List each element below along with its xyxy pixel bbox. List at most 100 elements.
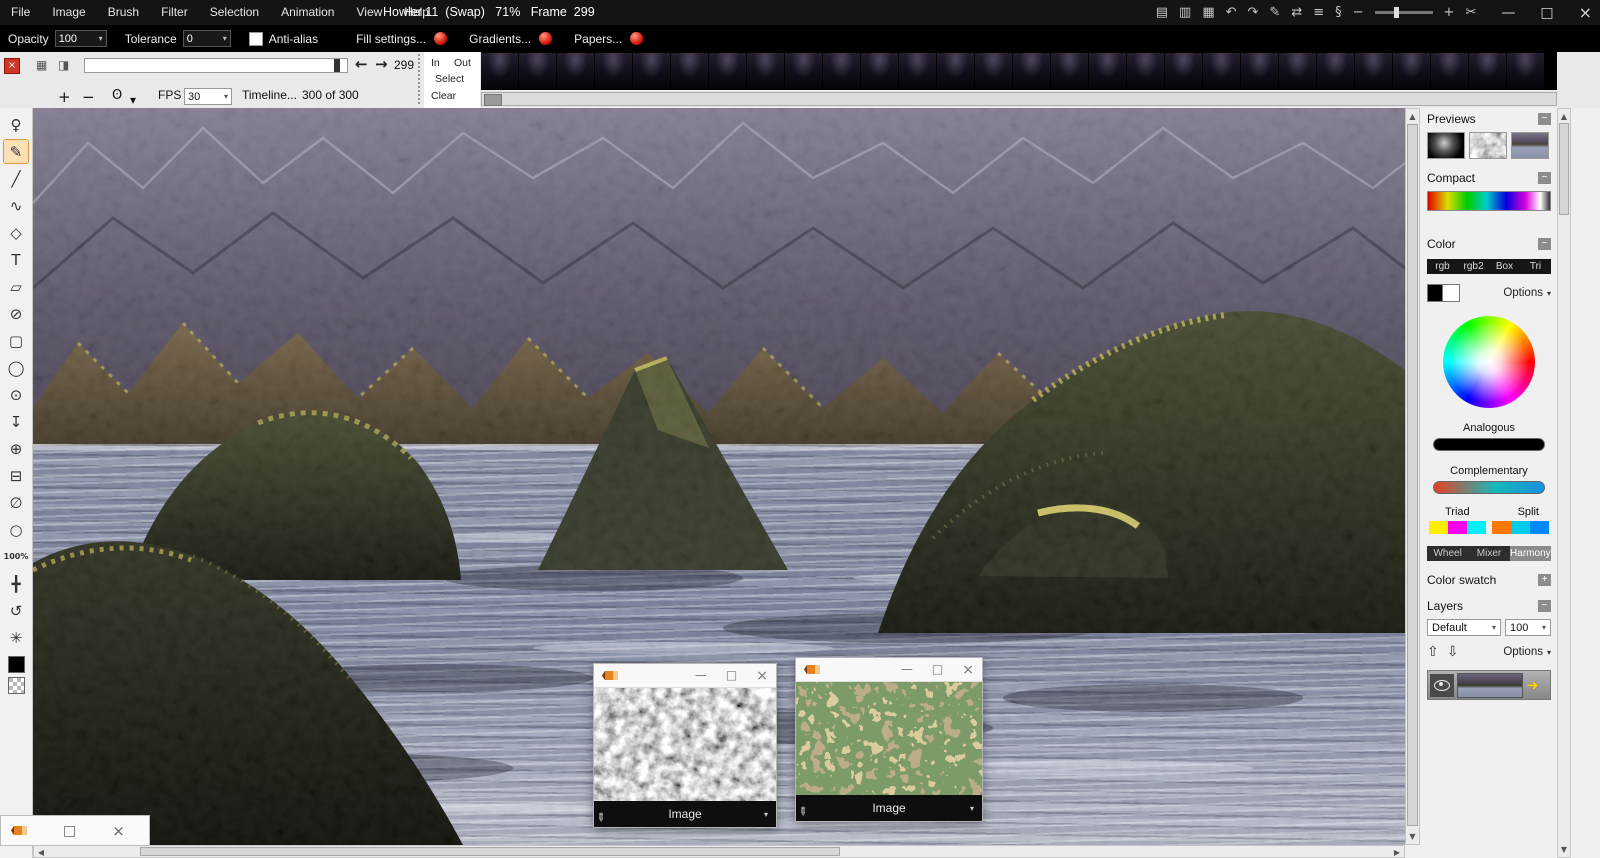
texture-window-1[interactable]: — □ × ✎ Image ▾ <box>593 663 777 828</box>
color-view-tab-harmony[interactable]: Harmony <box>1510 546 1551 561</box>
filmstrip-frame-1[interactable] <box>481 53 518 89</box>
paper-preview-thumbnail[interactable] <box>1469 132 1507 159</box>
list-icon[interactable]: ≡ <box>1313 5 1324 20</box>
complementary-bar[interactable] <box>1433 481 1545 494</box>
papers-status-icon[interactable] <box>630 32 643 45</box>
color-view-tab-mixer[interactable]: Mixer <box>1468 546 1509 561</box>
layer-row[interactable]: ➜ <box>1427 670 1551 700</box>
layers-collapse-button[interactable]: − <box>1538 600 1551 612</box>
out-button[interactable]: Out <box>454 57 471 69</box>
canvas-horizontal-scrollbar[interactable]: ◀ ▶ <box>33 845 1405 858</box>
menu-image[interactable]: Image <box>41 0 96 25</box>
close-button[interactable]: × <box>962 662 974 678</box>
picker-tool-icon[interactable]: ↧ <box>3 409 29 434</box>
minimize-button[interactable]: — <box>1501 5 1515 21</box>
remove-frame-button[interactable]: − <box>82 88 95 106</box>
filmstrip-frame-2[interactable] <box>519 53 556 89</box>
flip-icon[interactable]: ⇄ <box>1291 5 1302 20</box>
canvas-vertical-scrollbar[interactable]: ▲ ▼ <box>1405 108 1420 845</box>
triad-swatch-3[interactable] <box>1467 521 1486 534</box>
menu-selection[interactable]: Selection <box>199 0 270 25</box>
image-preview-thumbnail[interactable] <box>1511 132 1549 159</box>
menu-animation[interactable]: Animation <box>270 0 345 25</box>
close-button[interactable]: × <box>756 668 768 684</box>
filmstrip-frame-5[interactable] <box>633 53 670 89</box>
zoom-slider-thumb[interactable] <box>1394 7 1399 18</box>
color-mode-tab-tri[interactable]: Tri <box>1520 261 1551 272</box>
fps-input[interactable]: 30▾ <box>184 88 232 105</box>
color-mode-tab-rgb[interactable]: rgb <box>1427 261 1458 272</box>
star-tool-icon[interactable]: ✳ <box>3 625 29 650</box>
color-collapse-button[interactable]: − <box>1538 238 1551 250</box>
zoom-tool-icon[interactable]: ⊙ <box>3 382 29 407</box>
dropper-icon[interactable]: ✎ <box>593 810 609 826</box>
filmstrip-frame-19[interactable] <box>1165 53 1202 89</box>
layer-opacity-select[interactable]: 100 ▾ <box>1505 619 1551 636</box>
color-view-tab-wheel[interactable]: Wheel <box>1427 546 1468 561</box>
filmstrip[interactable] <box>481 52 1557 90</box>
chevron-down-icon[interactable]: ▾ <box>223 34 227 43</box>
ellipse-select-tool-icon[interactable]: ◯ <box>3 355 29 380</box>
layer-down-button[interactable]: ⇩ <box>1447 644 1459 660</box>
maximize-button[interactable]: □ <box>63 823 76 839</box>
image-source-dropdown[interactable]: ✎ Image ▾ <box>594 801 776 827</box>
filmstrip-frame-16[interactable] <box>1051 53 1088 89</box>
timeline-close-button[interactable]: × <box>4 58 20 74</box>
panel-scrollbar-thumb[interactable] <box>1559 123 1569 215</box>
filmstrip-scrollbar-thumb[interactable] <box>484 94 502 106</box>
close-button[interactable]: × <box>1579 3 1592 22</box>
image-source-dropdown[interactable]: ✎ Image ▾ <box>796 795 982 821</box>
menu-brush[interactable]: Brush <box>97 0 150 25</box>
texture-window-2-titlebar[interactable]: — □ × <box>796 658 982 682</box>
split-swatch-2[interactable] <box>1511 521 1530 534</box>
filmstrip-frame-25[interactable] <box>1393 53 1430 89</box>
select-button[interactable]: Select <box>435 73 464 85</box>
pin-tool-icon[interactable]: ♀ <box>3 112 29 137</box>
filmstrip-frame-8[interactable] <box>747 53 784 89</box>
color-swatch-add-button[interactable]: + <box>1538 574 1551 586</box>
filmstrip-frame-17[interactable] <box>1089 53 1126 89</box>
scroll-up-icon[interactable]: ▲ <box>1558 112 1570 121</box>
filmstrip-frame-10[interactable] <box>823 53 860 89</box>
grid-icon[interactable]: ▦ <box>36 58 47 72</box>
compact-color-picker[interactable] <box>1427 191 1551 211</box>
texture-window-1-titlebar[interactable]: — □ × <box>594 664 776 688</box>
filmstrip-frame-9[interactable] <box>785 53 822 89</box>
scroll-left-icon[interactable]: ◀ <box>36 848 46 857</box>
in-button[interactable]: In <box>431 57 440 69</box>
scroll-down-icon[interactable]: ▼ <box>1406 832 1419 841</box>
filmstrip-frame-13[interactable] <box>937 53 974 89</box>
scissors-icon[interactable]: ✂ <box>1465 5 1476 20</box>
bulb-icon[interactable]: ʘ <box>112 88 122 103</box>
frame-position-slider[interactable] <box>84 58 348 73</box>
maximize-button[interactable]: □ <box>932 662 943 678</box>
filmstrip-frame-24[interactable] <box>1355 53 1392 89</box>
filmstrip-frame-26[interactable] <box>1431 53 1468 89</box>
secondary-color-swatch[interactable] <box>1442 284 1460 302</box>
noise-texture-preview[interactable] <box>594 688 776 801</box>
split-swatch-3[interactable] <box>1530 521 1549 534</box>
layer-options-dropdown[interactable]: Options ▾ <box>1503 646 1551 658</box>
color-options-dropdown[interactable]: Options ▾ <box>1503 287 1551 299</box>
redo-icon[interactable]: ↷ <box>1248 5 1259 20</box>
zoom-100-icon[interactable]: 100% <box>3 544 29 569</box>
filmstrip-frame-6[interactable] <box>671 53 708 89</box>
undo-icon[interactable]: ↶ <box>1226 5 1237 20</box>
split-swatch-1[interactable] <box>1492 521 1511 534</box>
move-tool-icon[interactable]: ╋ <box>3 571 29 596</box>
filmstrip-frame-12[interactable] <box>899 53 936 89</box>
frame-position-handle[interactable] <box>334 59 340 72</box>
filmstrip-frame-3[interactable] <box>557 53 594 89</box>
previews-collapse-button[interactable]: − <box>1538 113 1551 125</box>
minimize-button[interactable]: — <box>901 662 913 678</box>
triad-swatch-2[interactable] <box>1448 521 1467 534</box>
timeline-button[interactable]: Timeline... <box>242 88 297 102</box>
analogous-bar[interactable] <box>1433 438 1545 451</box>
filmstrip-frame-28[interactable] <box>1507 53 1544 89</box>
color-mode-tab-rgb2[interactable]: rgb2 <box>1458 261 1489 272</box>
chevron-down-icon[interactable]: ▾ <box>99 34 103 43</box>
filmstrip-frame-21[interactable] <box>1241 53 1278 89</box>
page-icon[interactable]: ◨ <box>58 58 69 72</box>
primary-color-swatch[interactable] <box>8 656 25 673</box>
clear-button[interactable]: Clear <box>431 90 456 102</box>
